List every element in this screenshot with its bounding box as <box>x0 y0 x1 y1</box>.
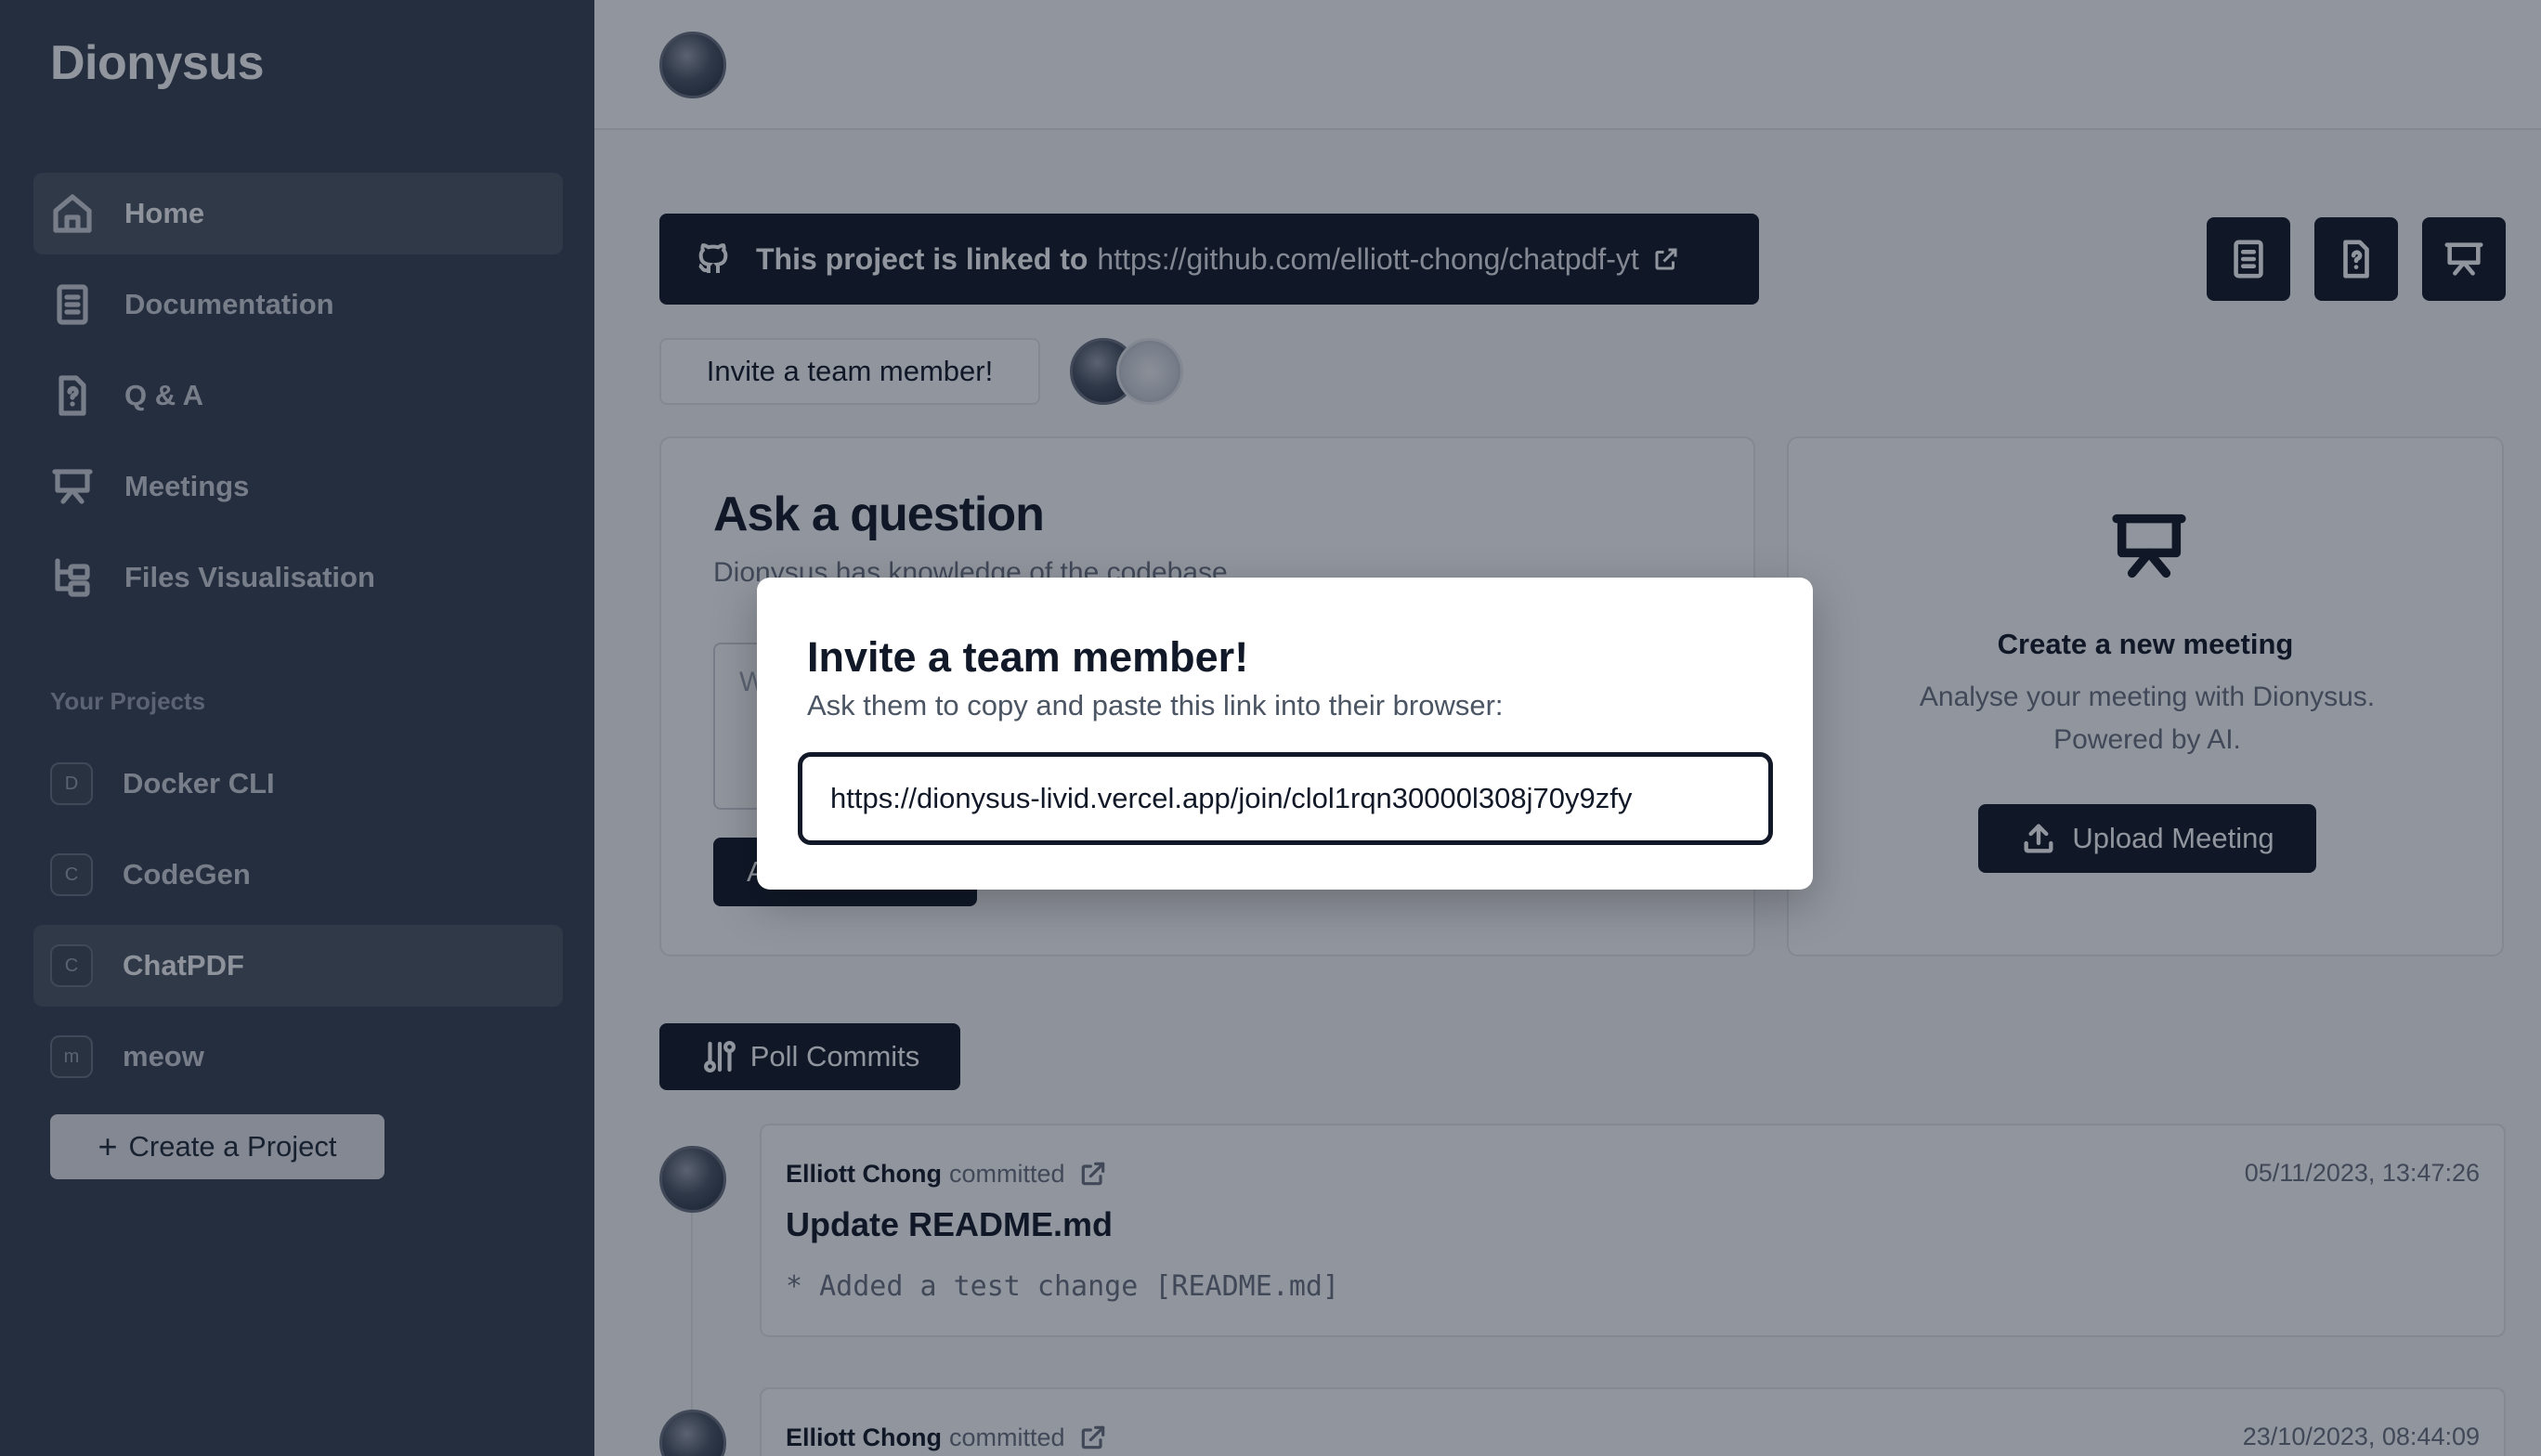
invite-dialog-title: Invite a team member! <box>807 633 1249 681</box>
invite-dialog-subtitle: Ask them to copy and paste this link int… <box>807 689 1504 722</box>
invite-dialog: Invite a team member! Ask them to copy a… <box>757 578 1813 890</box>
invite-link-field[interactable] <box>798 752 1773 845</box>
